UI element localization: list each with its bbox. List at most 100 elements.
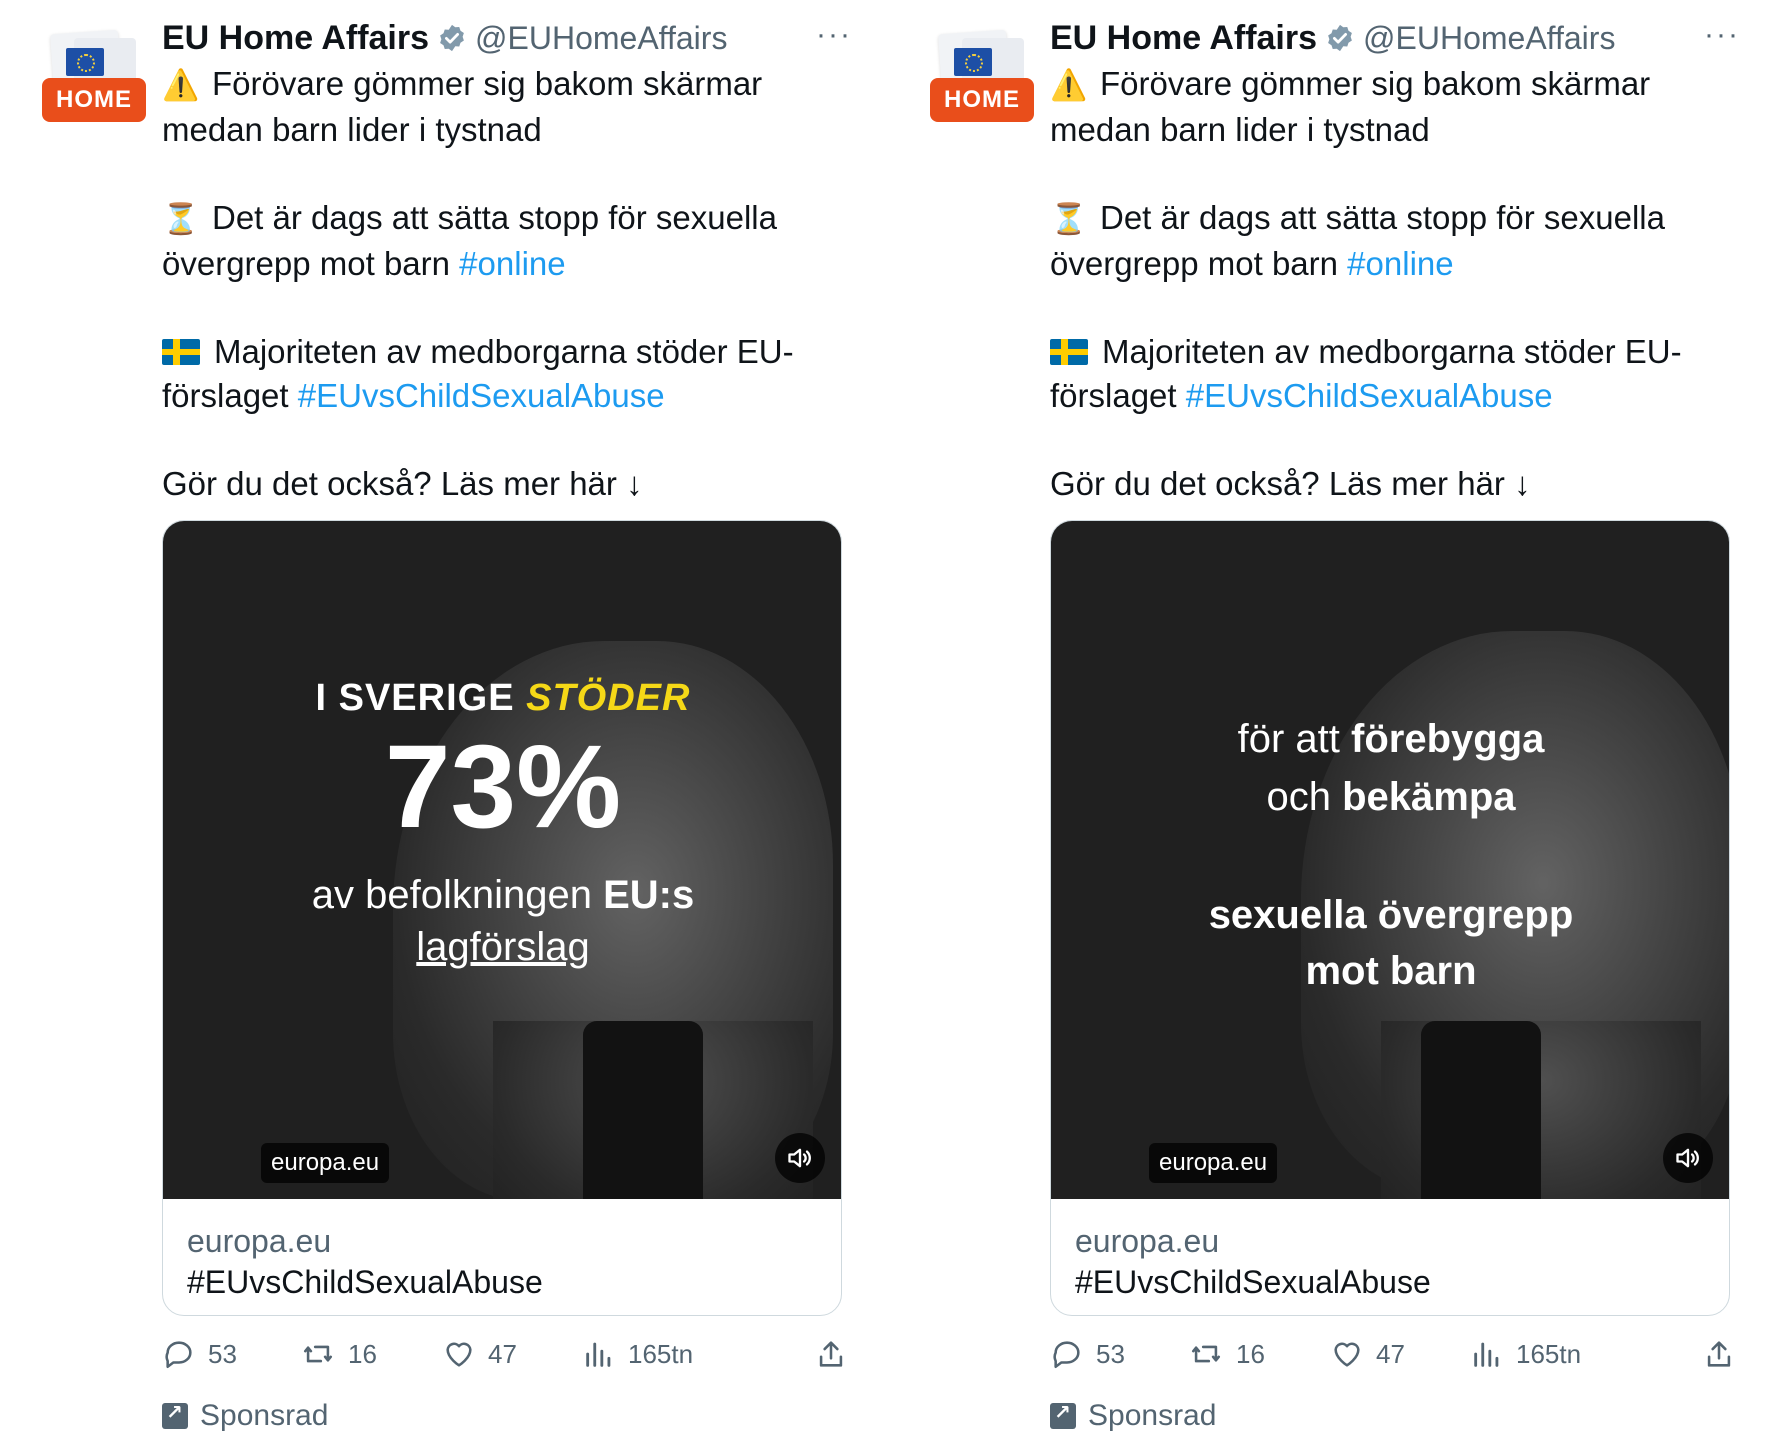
eu-flag-icon [66,48,104,76]
avatar[interactable]: HOME [930,29,1034,124]
like-count: 47 [1376,1338,1405,1369]
hashtag-link[interactable]: #online [1347,245,1453,282]
repost-icon [303,1345,333,1363]
share-icon [819,1341,843,1367]
overlay-big-number: 73% [384,721,622,853]
views-icon [586,1342,611,1367]
avatar[interactable]: HOME [42,29,146,124]
domain-chip: europa.eu [1149,1143,1278,1183]
card-title: #EUvsChildSexualAbuse [187,1264,543,1300]
card-footer[interactable]: europa.eu #EUvsChildSexualAbuse [1051,1199,1729,1315]
verified-badge-icon[interactable] [1325,23,1355,53]
sound-button[interactable] [1663,1133,1713,1183]
sound-button[interactable] [775,1133,825,1183]
eu-flag-icon [954,48,992,76]
hashtag-link[interactable]: #EUvsChildSexualAbuse [298,377,665,414]
overlay-text: och [1266,775,1343,819]
repost-button[interactable]: 16 [1188,1330,1265,1378]
video-media[interactable]: för att förebygga och bekämpa sexuella ö… [1051,521,1729,1199]
tweet-paragraph: ⏳ Det är dags att sätta stopp för sexuell… [162,196,862,286]
tweet-header: EU Home Affairs @EUHomeAffairs ··· [1050,14,1740,62]
like-count: 47 [488,1338,517,1369]
author-handle[interactable]: @EUHomeAffairs [475,20,727,57]
card-footer[interactable]: europa.eu #EUvsChildSexualAbuse [163,1199,841,1315]
sweden-flag-icon [162,339,200,365]
more-icon[interactable]: ··· [1704,18,1740,52]
overlay-line: och bekämpa [1051,775,1729,820]
paragraph-text: Förövare gömmer sig bakom skärmar medan … [1050,65,1651,148]
share-button[interactable] [1702,1330,1748,1378]
views-count: 165tn [628,1338,694,1369]
verified-badge-icon[interactable] [437,23,467,53]
share-button[interactable] [814,1330,860,1378]
author-name[interactable]: EU Home Affairs [162,19,429,58]
sponsored-icon [162,1400,188,1429]
overlay-text: för att [1237,717,1352,761]
hashtag-link[interactable]: #EUvsChildSexualAbuse [1186,377,1553,414]
like-button[interactable]: 47 [442,1330,517,1378]
tweet-right[interactable]: HOME EU Home Affairs @EUHomeAffairs ··· … [888,0,1776,1452]
views-icon [1474,1342,1499,1367]
repost-button[interactable]: 16 [300,1330,377,1378]
author-name[interactable]: EU Home Affairs [1050,19,1317,58]
sponsored-icon [1050,1400,1076,1429]
tweet-text: ⚠️ Förövare gömmer sig bakom skärmar meda… [1050,62,1750,506]
warning-icon: ⚠️ [162,69,200,102]
reply-button[interactable]: 53 [162,1330,237,1378]
like-button[interactable]: 47 [1330,1330,1405,1378]
overlay-text: av befolkningen [311,873,604,917]
avatar-badge: HOME [930,78,1034,122]
reply-button[interactable]: 53 [1050,1330,1125,1378]
link-card[interactable]: I SVERIGE STÖDER 73% av befolkningen EU:… [162,520,842,1316]
views-button[interactable]: 165tn [1470,1330,1581,1378]
overlay-bold: förebygga [1351,717,1545,761]
sponsored-label: Sponsrad [162,1392,328,1440]
reply-count: 53 [1096,1338,1125,1369]
hashtag-link[interactable]: #online [459,245,565,282]
overlay-bold: bekämpa [1342,775,1516,819]
like-icon [1334,1342,1360,1367]
tweet-header: EU Home Affairs @EUHomeAffairs ··· [162,14,852,62]
views-button[interactable]: 165tn [582,1330,693,1378]
domain-chip: europa.eu [261,1143,390,1183]
overlay-highlight: mot barn [1305,949,1477,993]
overlay-highlight: sexuella övergrepp [1208,893,1574,937]
tweet-paragraph: ⚠️ Förövare gömmer sig bakom skärmar meda… [1050,62,1750,152]
card-domain: europa.eu [1075,1223,1220,1259]
sponsored-text: Sponsrad [1088,1399,1217,1432]
overlay-bold: EU:s [603,873,695,917]
repost-count: 16 [348,1338,377,1369]
link-card[interactable]: för att förebygga och bekämpa sexuella ö… [1050,520,1730,1316]
avatar-badge: HOME [42,78,146,122]
author-handle[interactable]: @EUHomeAffairs [1363,20,1615,57]
sponsored-label: Sponsrad [1050,1392,1216,1440]
overlay-line: av befolkningen EU:s [163,873,841,918]
video-media[interactable]: I SVERIGE STÖDER 73% av befolkningen EU:… [163,521,841,1199]
action-bar: 53 16 47 165tn [1050,1330,1740,1378]
paragraph-text: Förövare gömmer sig bakom skärmar medan … [162,65,763,148]
tweet-left[interactable]: HOME EU Home Affairs @EUHomeAffairs ··· … [0,0,888,1452]
like-icon [446,1342,472,1367]
tweet-paragraph: ⚠️ Förövare gömmer sig bakom skärmar meda… [162,62,862,152]
reply-icon [1053,1341,1080,1369]
tweet-paragraph: Majoriteten av medborgarna stöder EU-för… [162,330,862,418]
reply-count: 53 [208,1338,237,1369]
repost-count: 16 [1236,1338,1265,1369]
tweet-paragraph: Gör du det också? Läs mer här ↓ [162,465,643,502]
overlay-highlight: STÖDER [526,677,691,719]
sweden-flag-icon [1050,339,1088,365]
tweet-paragraph: ⏳ Det är dags att sätta stopp för sexuell… [1050,196,1750,286]
more-icon[interactable]: ··· [816,18,852,52]
action-bar: 53 16 47 165tn [162,1330,852,1378]
phone-silhouette [583,1021,703,1199]
views-count: 165tn [1516,1338,1582,1369]
tweet-paragraph: Gör du det också? Läs mer här ↓ [1050,465,1531,502]
tweet-paragraph: Majoriteten av medborgarna stöder EU-för… [1050,330,1750,418]
card-title: #EUvsChildSexualAbuse [1075,1264,1431,1300]
card-domain: europa.eu [187,1223,332,1259]
sound-icon [788,1148,811,1168]
overlay-text: I SVERIGE [315,677,527,719]
sponsored-text: Sponsrad [200,1399,329,1432]
share-icon [1707,1341,1731,1367]
hourglass-icon: ⏳ [162,203,200,236]
